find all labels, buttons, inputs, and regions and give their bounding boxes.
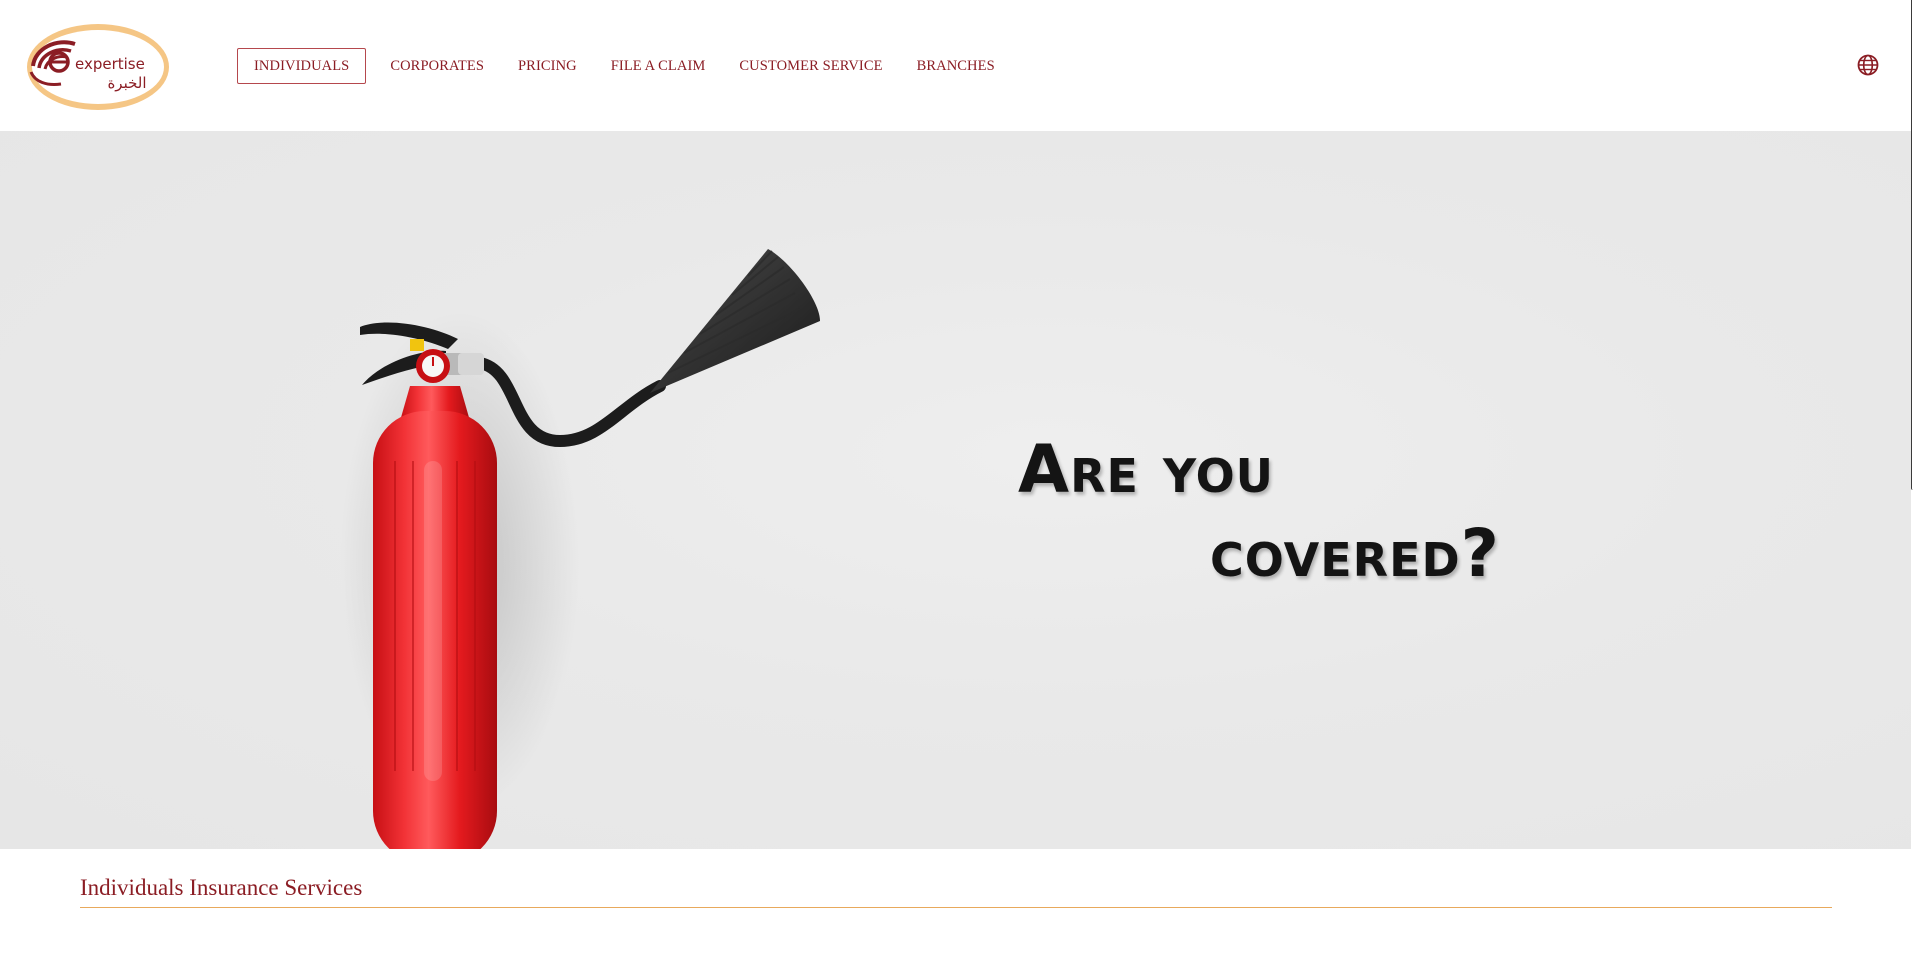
site-header: expertise الخبرة INDIVIDUALS CORPORATES … [0,0,1911,131]
nav-individuals[interactable]: INDIVIDUALS [237,48,367,84]
nav-customer-service[interactable]: CUSTOMER SERVICE [722,48,899,84]
logo-text-en: expertise [75,55,145,73]
nav-corporates[interactable]: CORPORATES [373,48,501,84]
nav-branches[interactable]: BRANCHES [900,48,1012,84]
hero-banner: Are you covered? [0,131,1911,849]
nav-pricing[interactable]: PRICING [501,48,594,84]
main-nav: INDIVIDUALS CORPORATES PRICING FILE A CL… [237,48,1012,84]
logo-text-ar: الخبرة [107,74,146,92]
scrollbar[interactable] [1911,0,1915,490]
globe-icon[interactable] [1857,54,1879,76]
hero-headline-line2: covered? [1210,515,1500,592]
section-title: Individuals Insurance Services [80,875,1832,908]
nav-file-a-claim[interactable]: FILE A CLAIM [594,48,723,84]
logo-graphic: expertise الخبرة [27,24,169,110]
hero-headline-line1: Are you [1018,431,1275,508]
fire-extinguisher-image [340,249,820,849]
expertise-logo[interactable]: expertise الخبرة [25,22,172,112]
